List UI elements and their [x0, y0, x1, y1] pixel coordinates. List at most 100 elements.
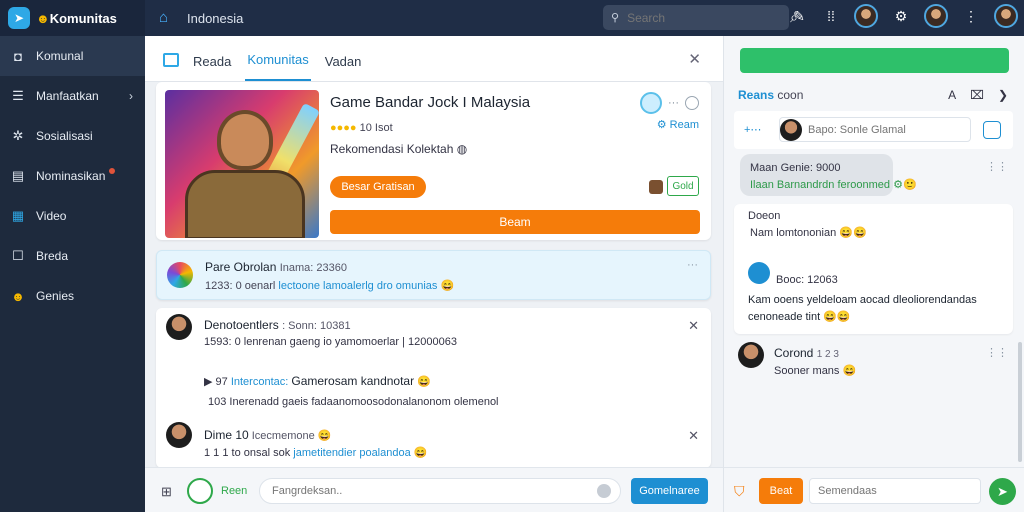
emoji-icon[interactable]	[983, 121, 1001, 139]
avatar	[738, 342, 764, 368]
tab-komunitas[interactable]: Komunitas	[245, 52, 311, 81]
more-icon[interactable]: ···	[668, 97, 679, 109]
feed-row-meta: Inama: 23360	[279, 262, 347, 274]
sidebar-item-label: Breda	[36, 249, 69, 263]
user-sub: Sooner mans 😄	[774, 364, 856, 377]
sidebar-item-manfaatkan[interactable]: ☰ Manfaatkan ›	[0, 76, 145, 116]
message-composer: ⊞ Reen Gomelnaree	[145, 467, 723, 512]
tab-bar: Reada Komunitas Vadan ✕	[145, 36, 723, 82]
user-sub-text: Sooner mans	[774, 365, 840, 377]
list-icon: ☰	[12, 88, 24, 103]
emoji-icon: 😄😄	[839, 227, 867, 239]
thread-link[interactable]: Intercontac:	[231, 376, 288, 388]
game-meta-text: 10 Isot	[359, 122, 393, 134]
panel-message-input[interactable]	[809, 478, 981, 504]
reply-author-meta: Icecmemone	[251, 430, 315, 442]
tab-reada[interactable]: Reada	[191, 54, 233, 81]
game-description: Rekomendasi Kolektah ◍	[330, 142, 467, 156]
top-action-bar[interactable]	[740, 48, 1009, 73]
panel-composer: ⛉ Beat ➤	[724, 467, 1024, 512]
brand[interactable]: ➤ ☻Komunitas	[0, 0, 145, 36]
chat-bubble: Maan Genie: 9000 Ilaan Barnandrdn feroon…	[740, 154, 917, 196]
collapse-icon[interactable]: ❯	[998, 88, 1008, 102]
close-icon[interactable]: ✕	[688, 428, 699, 444]
game-desc-text: Rekomendasi Kolektah	[330, 142, 454, 156]
game-title[interactable]: Game Bandar Jock I Malaysia	[330, 94, 530, 111]
sidebar-item-label: Genies	[36, 289, 75, 303]
avatar[interactable]	[994, 4, 1018, 28]
emoji-icon: 😄	[317, 430, 332, 442]
sidebar-item-nominasikan[interactable]: ▤ Nominasikan	[0, 156, 145, 196]
sidebar-item-label: Komunal	[36, 49, 84, 63]
card-text-part: cenoneade tint	[748, 311, 821, 323]
feed-row-link[interactable]: lectoone lamoalerlg dro omunias	[278, 280, 437, 292]
font-icon[interactable]: A	[948, 88, 956, 102]
sidebar-item-video[interactable]: ▦ Video	[0, 196, 145, 236]
status-ring-icon[interactable]	[187, 478, 213, 504]
thread-line: 1593: 0 lenrenan gaeng io yamomoerlar | …	[204, 336, 457, 348]
message-input[interactable]	[259, 478, 621, 504]
panel-action-button[interactable]: Beat	[759, 478, 803, 504]
grid-icon[interactable]: ⊞	[161, 484, 172, 500]
more-icon[interactable]: ···	[687, 259, 698, 271]
square-icon: ☐	[12, 248, 24, 263]
smile-icon: ☻	[11, 288, 25, 304]
search-bar[interactable]: ⚲ ⌕	[603, 5, 798, 30]
feed-row[interactable]: Pare Obrolan Inama: 23360 1233: 0 oenarl…	[156, 250, 711, 300]
game-card: Game Bandar Jock I Malaysia ●●●● 10 Isot…	[156, 82, 711, 240]
avatar	[167, 262, 193, 288]
breadcrumb: Indonesia	[187, 10, 244, 26]
composer-label[interactable]: Reen	[221, 485, 247, 497]
shield-icon[interactable]: ⛉	[734, 483, 745, 500]
sidebar-item-sosialisasi[interactable]: ✲ Sosialisasi	[0, 116, 145, 156]
tab-vadan[interactable]: Vadan	[323, 54, 364, 81]
feed-row-subtitle: 1233: 0 oenarl lectoone lamoalerlg dro o…	[205, 279, 454, 292]
mini-avatar	[649, 180, 663, 194]
thread-author-meta: : Sonn: 10381	[282, 320, 351, 332]
search-input[interactable]	[627, 10, 783, 25]
sidebar-item-komunal[interactable]: ◘ Komunal	[0, 36, 145, 76]
more-icon[interactable]: ⋮⋮	[986, 346, 1008, 359]
card-heading: Doeon	[748, 210, 781, 222]
top-bar: ➤ ☻Komunitas ⌂ Indonesia ⚲ ⌕ ✎ ⁞⁞ ⚙ ⋮	[0, 0, 1024, 36]
card-text: cenoneade tint 😄😄	[748, 310, 851, 323]
trash-icon[interactable]: ⌧	[970, 88, 984, 102]
sidebar-item-label: Manfaatkan	[36, 89, 99, 103]
wide-action-button[interactable]: Beam	[330, 210, 700, 234]
thread-author: Denotoentlers : Sonn: 10381	[204, 318, 351, 332]
bubble-line-text: Ilaan Barnandrdn feroonmed	[750, 179, 891, 191]
reply-link[interactable]: jametitendier poalandoa	[293, 447, 410, 459]
emoji-icon: 😄	[842, 365, 857, 377]
coins-icon: ●●●●	[330, 122, 357, 134]
close-icon[interactable]: ✕	[688, 50, 701, 68]
primary-button[interactable]: Besar Gratisan	[330, 176, 426, 198]
settings-icon[interactable]: ⚙	[892, 8, 910, 25]
avatar[interactable]	[854, 4, 878, 28]
avatar	[748, 262, 770, 284]
team-label[interactable]: ⚙ Ream	[657, 118, 699, 131]
status-icon[interactable]	[640, 92, 662, 114]
filter-icon: ⚲	[611, 12, 620, 24]
sidebar-item-genies[interactable]: ☻ Genies	[0, 276, 145, 316]
game-artwork[interactable]	[165, 90, 319, 238]
notification-dot	[109, 168, 116, 174]
card-line-text: Nam lomtononian	[750, 227, 837, 239]
apps-icon[interactable]: ⁞⁞	[822, 8, 840, 24]
home-icon[interactable]: ⌂	[159, 9, 177, 27]
panel-search-input[interactable]	[779, 117, 971, 142]
send-button[interactable]: Gomelnaree	[631, 478, 708, 504]
sidebar-item-label: Sosialisasi	[36, 129, 93, 143]
reply-author: Dime 10 Icecmemone 😄	[204, 428, 332, 442]
emoji-icon[interactable]	[597, 484, 611, 498]
more-icon[interactable]: ⋮⋮	[986, 160, 1008, 173]
wrench-icon[interactable]: ✎	[790, 8, 808, 25]
avatar[interactable]	[924, 4, 948, 28]
send-icon[interactable]: ➤	[989, 478, 1016, 505]
close-icon[interactable]: ✕	[688, 318, 699, 334]
ring-icon[interactable]	[685, 96, 699, 110]
sidebar-item-breda[interactable]: ☐ Breda	[0, 236, 145, 276]
more-icon[interactable]: ⋮	[962, 8, 980, 25]
scrollbar[interactable]	[1018, 342, 1022, 462]
gold-button[interactable]: Gold	[667, 176, 699, 196]
add-icon[interactable]: +⋯	[744, 123, 761, 136]
